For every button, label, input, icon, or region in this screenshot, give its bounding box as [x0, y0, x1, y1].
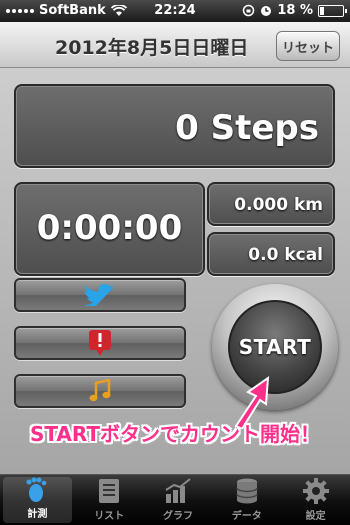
music-button[interactable] [14, 374, 186, 408]
distance-value: 0.000 km [234, 195, 323, 215]
timer-display: 0:00:00 [14, 182, 205, 276]
tab-settings[interactable]: 設定 [281, 475, 350, 525]
tab-label: リスト [94, 511, 125, 522]
pedometer-screen: 2012年8月5日日曜日 リセット 0 Steps 0:00:00 0.000 … [0, 22, 350, 474]
distance-display: 0.000 km [207, 182, 335, 226]
graph-icon [165, 478, 191, 503]
twitter-button[interactable] [14, 278, 186, 312]
footprint-icon [26, 477, 47, 502]
calories-display: 0.0 kcal [207, 232, 335, 276]
tab-measure[interactable]: 計測 [3, 477, 72, 523]
gear-icon [302, 478, 329, 504]
steps-display: 0 Steps [14, 84, 335, 168]
date-title: 2012年8月5日日曜日 [55, 37, 249, 59]
calories-value: 0.0 kcal [248, 245, 323, 265]
tab-list[interactable]: リスト [75, 475, 144, 525]
rotation-lock-icon [243, 4, 255, 17]
tab-bar: 計測 リスト グラフ データ 設定 [0, 474, 350, 525]
tab-label: 計測 [27, 509, 48, 520]
start-label: START [238, 335, 312, 359]
tab-graph[interactable]: グラフ [144, 475, 213, 525]
steps-count: 0 Steps [175, 108, 319, 148]
battery-percent: 18 % [277, 3, 313, 18]
tab-data[interactable]: データ [212, 475, 281, 525]
music-note-icon [89, 379, 111, 402]
tab-label: グラフ [162, 511, 193, 522]
battery-icon [318, 4, 347, 17]
battery-group: 18 % [242, 3, 347, 18]
header-bar: 2012年8月5日日曜日 リセット [0, 22, 350, 68]
tab-label: データ [231, 511, 262, 522]
database-icon [236, 478, 258, 504]
alarm-icon [261, 5, 272, 16]
battery-fill [320, 6, 324, 15]
status-bar: SoftBank 22:24 18 % [0, 0, 350, 22]
list-icon [99, 479, 120, 503]
tab-label: 設定 [305, 511, 326, 522]
twitter-bird-icon [85, 284, 114, 306]
alert-icon [89, 330, 111, 356]
instruction-caption: STARTボタンでカウント開始！ [29, 422, 321, 446]
alert-button[interactable] [14, 326, 186, 360]
elapsed-time: 0:00:00 [36, 208, 183, 248]
reset-button[interactable]: リセット [276, 31, 340, 61]
